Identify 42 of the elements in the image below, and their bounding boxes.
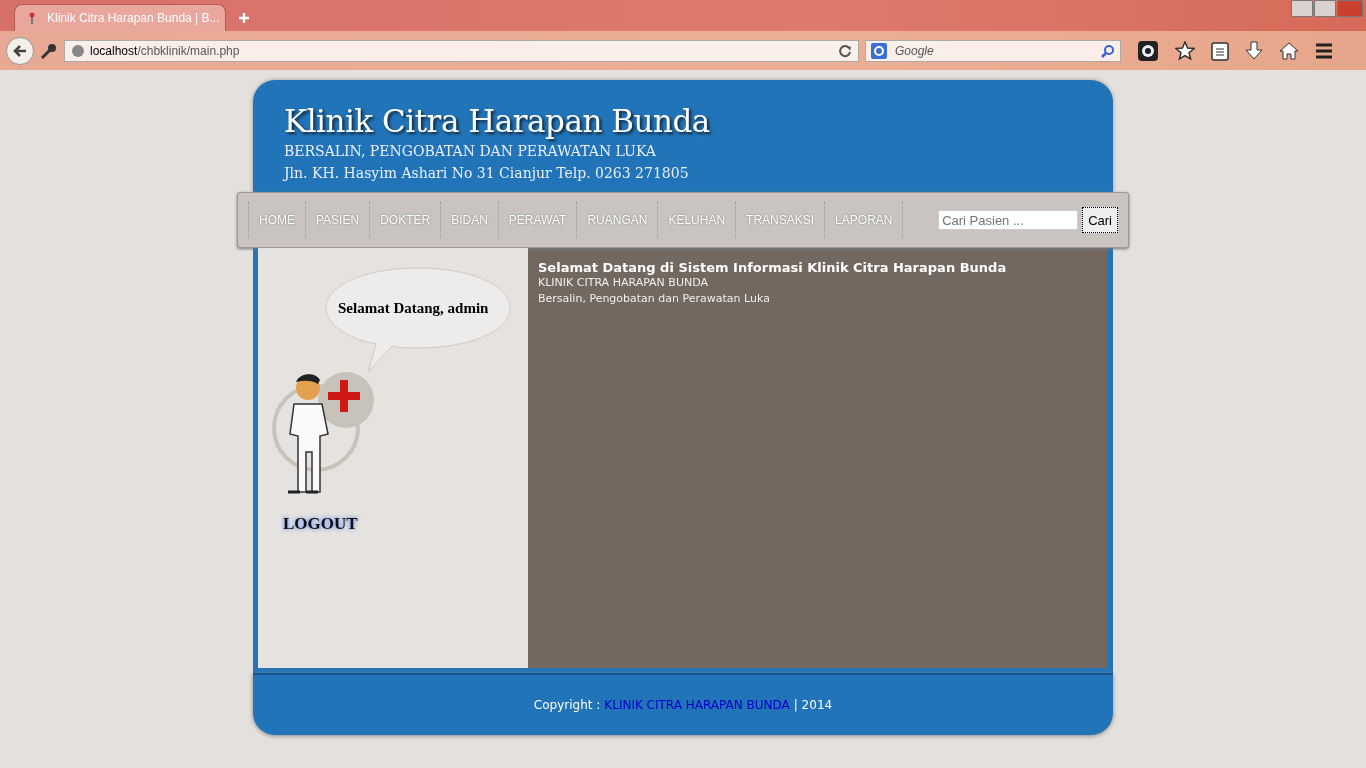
search-field[interactable]: Cari Pasien ... (938, 210, 1079, 230)
menu-item[interactable]: PASIEN (306, 202, 371, 238)
menu-item[interactable]: HOME (249, 202, 306, 238)
search-engine-icon[interactable] (871, 42, 887, 59)
menu-item[interactable]: BIDAN (441, 202, 499, 238)
window-controls[interactable] (1291, 0, 1363, 17)
year-text: | 2014 (793, 698, 833, 712)
search-button[interactable]: Cari (1082, 207, 1118, 233)
copyright-text: Copyright : (533, 698, 601, 712)
logout-link[interactable]: LOGOUT (283, 514, 358, 534)
browser-search-field[interactable]: Google (865, 39, 1121, 62)
download-icon[interactable] (1245, 40, 1263, 61)
menu-icon[interactable] (1315, 42, 1333, 59)
content-heading: Selamat Datang di Sistem Informasi Klinik Citra Harapan Bunda (538, 260, 1008, 275)
camera-icon[interactable] (1137, 39, 1159, 62)
reload-icon[interactable] (838, 43, 852, 58)
site-address: Jln. KH. Hasyim Ashari No 31 Cianjur Telp. 0263 271805 (284, 164, 690, 183)
star-icon[interactable] (1175, 40, 1195, 61)
menu-item[interactable]: RUANGAN (577, 202, 659, 238)
greeting-text: Selamat Datang, admin (338, 300, 489, 317)
back-arrow-icon[interactable] (12, 42, 28, 59)
home-icon[interactable] (1279, 41, 1299, 60)
site-title: Klinik Citra Harapan Bunda (284, 102, 711, 140)
menu-item[interactable]: KELUHAN (658, 202, 737, 238)
tab-title: Klinik Citra Harapan Bunda | B... (47, 11, 220, 25)
menu-item[interactable]: TRANSAKSI (736, 202, 826, 238)
menu-item[interactable]: LAPORAN (825, 202, 904, 238)
footer-link[interactable]: KLINIK CITRA HARAPAN BUNDA (604, 698, 790, 712)
favicon-icon (27, 12, 37, 24)
content-text: Bersalin, Pengobatan dan Perawatan Luka (538, 291, 771, 307)
clipboard-icon[interactable] (1211, 40, 1229, 61)
menu-item[interactable]: DOKTER (370, 202, 442, 238)
browser-tab[interactable]: Klinik Citra Harapan Bunda | B... (14, 4, 226, 31)
menu-item[interactable]: PERAWAT (498, 202, 578, 238)
address-bar[interactable]: localhost/chbklinik/main.php (64, 39, 859, 62)
search-icon[interactable] (1101, 43, 1115, 58)
back-button[interactable] (6, 36, 34, 65)
new-tab-button[interactable] (238, 12, 250, 24)
content-text: KLINIK CITRA HARAPAN BUNDA (538, 275, 709, 291)
key-icon (40, 41, 58, 60)
site-subtitle: BERSALIN, PENGOBATAN DAN PERAWATAN LUKA (284, 142, 657, 161)
globe-icon (71, 43, 85, 58)
